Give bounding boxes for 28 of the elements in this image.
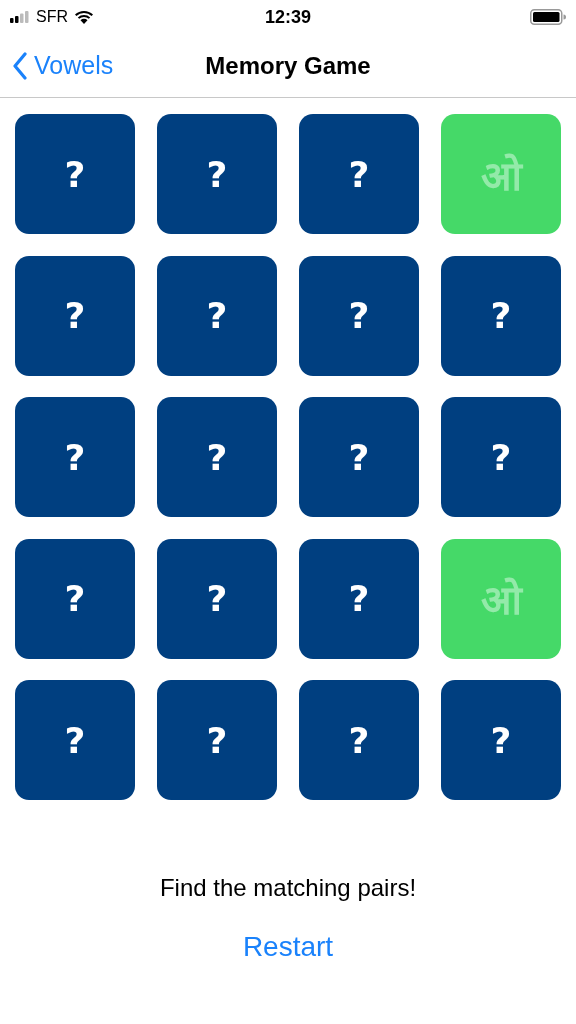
carrier-name: SFR — [36, 8, 68, 26]
instruction-text: Find the matching pairs! — [158, 874, 418, 902]
back-button[interactable]: Vowels — [0, 51, 114, 80]
memory-card[interactable]: ? — [157, 397, 277, 517]
memory-card[interactable]: ? — [299, 114, 419, 234]
memory-card[interactable]: ? — [157, 255, 277, 376]
memory-card[interactable]: ? — [15, 397, 135, 517]
wifi-icon — [74, 10, 94, 24]
memory-card[interactable]: ? — [157, 538, 277, 659]
battery-icon — [530, 9, 566, 25]
memory-card[interactable]: ? — [299, 538, 419, 659]
memory-card[interactable]: ? — [299, 680, 419, 800]
memory-card[interactable]: ? — [157, 680, 277, 800]
memory-card[interactable]: ? — [299, 255, 419, 376]
memory-card[interactable]: ? — [299, 397, 419, 517]
chevron-left-icon — [12, 51, 28, 80]
memory-card[interactable]: ? — [441, 397, 561, 517]
status-time: 12:39 — [265, 6, 311, 28]
memory-card[interactable]: ? — [441, 680, 561, 800]
memory-card[interactable]: ? — [15, 255, 135, 376]
nav-title: Memory Game — [205, 51, 371, 80]
memory-card[interactable]: ? — [441, 255, 561, 376]
memory-card[interactable]: ? — [15, 680, 135, 800]
memory-card[interactable]: ? — [15, 114, 135, 234]
memory-card[interactable]: ? — [157, 114, 277, 234]
restart-button[interactable]: Restart — [236, 930, 340, 964]
signal-icon — [10, 11, 30, 23]
memory-card[interactable]: ? — [15, 538, 135, 659]
